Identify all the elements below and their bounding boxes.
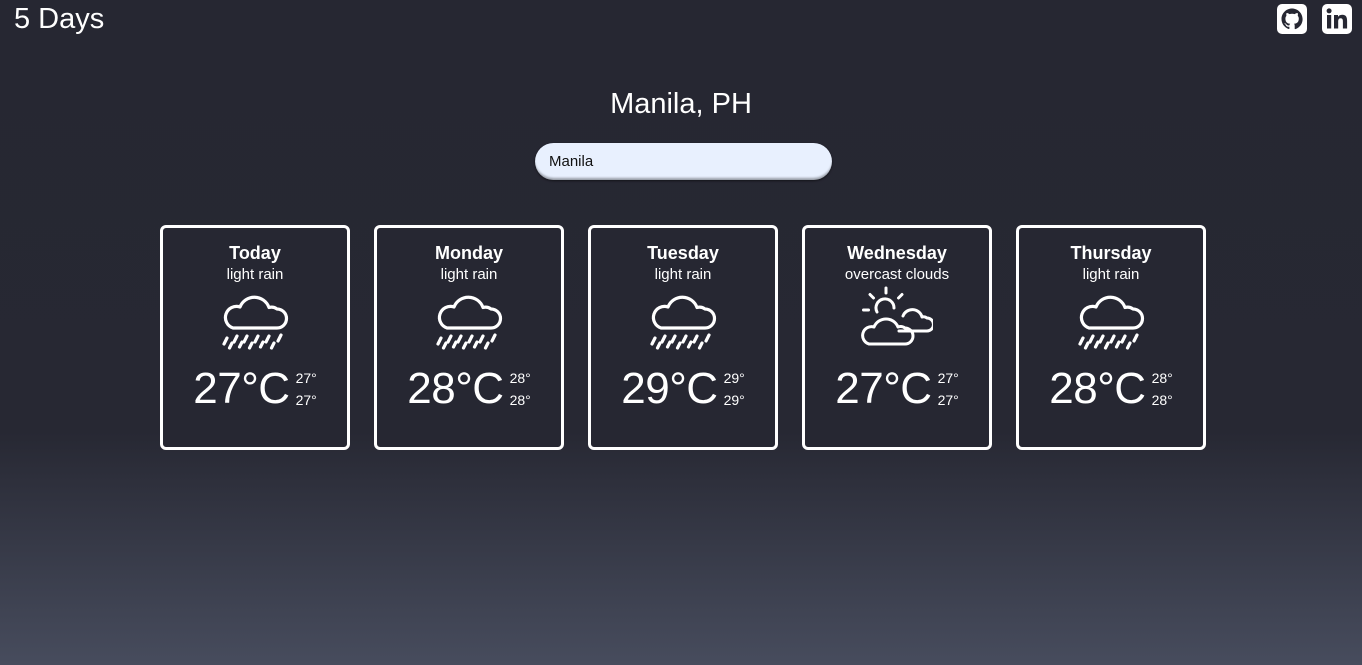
forecast-day: Today — [229, 243, 281, 263]
temperature-row: 29°C 29° 29° — [591, 363, 775, 415]
forecast-card-monday: Monday light rain 28°C 28° 28° — [374, 225, 564, 450]
linkedin-link[interactable] — [1322, 4, 1352, 34]
temperature-row: 27°C 27° 27° — [163, 363, 347, 415]
temperature-low: 28° — [509, 392, 531, 408]
temperature-row: 28°C 28° 28° — [377, 363, 561, 415]
temperature-range: 28° 28° — [510, 367, 531, 411]
location-title: Manila, PH — [610, 88, 752, 120]
rain-cloud-icon — [433, 286, 505, 354]
temperature-high: 29° — [723, 370, 745, 386]
forecast-day: Tuesday — [647, 243, 719, 263]
forecast-description: light rain — [654, 266, 712, 283]
temperature-high: 27° — [937, 370, 959, 386]
temperature-current: 27°C — [193, 364, 290, 413]
forecast-day: Monday — [434, 243, 503, 263]
github-link[interactable] — [1277, 4, 1307, 34]
forecast-description: light rain — [440, 266, 498, 283]
forecast-description: light rain — [1082, 266, 1140, 283]
temperature-high: 28° — [509, 370, 531, 386]
rain-cloud-icon — [1075, 286, 1147, 354]
forecast-day: Wednesday — [847, 243, 947, 263]
temperature-current: 27°C — [835, 364, 932, 413]
temperature-range: 27° 27° — [296, 367, 317, 411]
temperature-current: 29°C — [621, 364, 718, 413]
forecast-card-thursday: Thursday light rain 28°C 28° 28° — [1016, 225, 1206, 450]
forecast-card-wednesday: Wednesday overcast clouds 27°C 27° 27° — [802, 225, 992, 450]
temperature-low: 27° — [937, 392, 959, 408]
temperature-low: 27° — [295, 392, 317, 408]
temperature-high: 28° — [1151, 370, 1173, 386]
temperature-current: 28°C — [407, 364, 504, 413]
temperature-high: 27° — [295, 370, 317, 386]
temperature-range: 27° 27° — [938, 367, 959, 411]
forecast-card-today: Today light rain 27°C 27° 27° — [160, 225, 350, 450]
social-links — [1277, 4, 1352, 34]
forecast-list: Today light rain 27°C 27° 27° Monday lig… — [160, 225, 1206, 450]
temperature-range: 29° 29° — [724, 367, 745, 411]
rain-cloud-icon — [219, 286, 291, 354]
rain-cloud-icon — [647, 286, 719, 354]
temperature-row: 28°C 28° 28° — [1019, 363, 1203, 415]
temperature-low: 29° — [723, 392, 745, 408]
temperature-range: 28° 28° — [1152, 367, 1173, 411]
forecast-description: light rain — [226, 266, 284, 283]
city-search-input[interactable] — [535, 143, 832, 180]
forecast-description: overcast clouds — [844, 266, 950, 283]
temperature-low: 28° — [1151, 392, 1173, 408]
temperature-current: 28°C — [1049, 364, 1146, 413]
forecast-day: Thursday — [1070, 243, 1152, 263]
brand-title: 5 Days — [14, 3, 105, 35]
sun-clouds-icon — [861, 286, 933, 354]
github-icon — [1277, 4, 1307, 34]
linkedin-icon — [1322, 4, 1352, 34]
temperature-row: 27°C 27° 27° — [805, 363, 989, 415]
forecast-card-tuesday: Tuesday light rain 29°C 29° 29° — [588, 225, 778, 450]
